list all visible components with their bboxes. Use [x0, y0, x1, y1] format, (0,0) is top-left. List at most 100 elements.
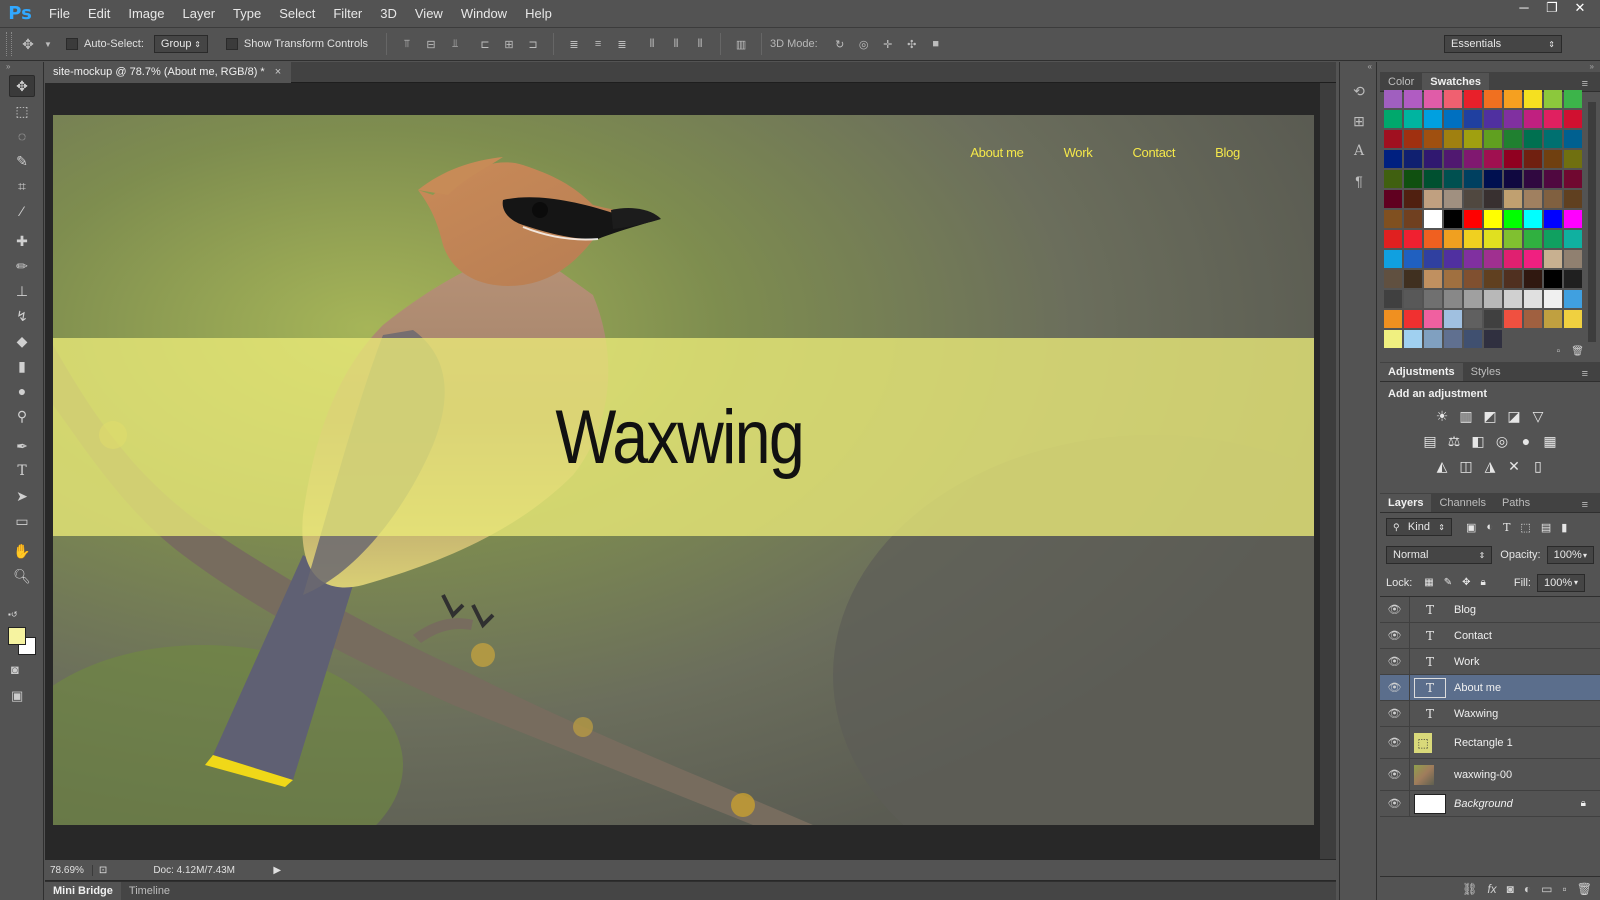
swatch[interactable] [1484, 170, 1502, 188]
adjustment-icon[interactable]: ▦ [1538, 433, 1562, 450]
swatch[interactable] [1484, 90, 1502, 108]
swatch[interactable] [1384, 110, 1402, 128]
swatch[interactable] [1424, 270, 1442, 288]
tool-preset-chevron-icon[interactable]: ▼ [44, 37, 52, 51]
history-brush-tool-icon[interactable]: ↯ [9, 305, 35, 327]
visibility-eye-icon[interactable]: 👁︎ [1380, 791, 1410, 816]
align-vcenter-icon[interactable]: ⊟ [423, 37, 439, 51]
crop-tool-icon[interactable]: ⌗ [9, 175, 35, 197]
auto-select-dropdown[interactable]: Group ⇕ [153, 35, 208, 53]
swatch[interactable] [1424, 150, 1442, 168]
delete-swatch-icon[interactable]: 🗑︎ [1571, 346, 1584, 357]
distribute-hcenter-icon[interactable]: ⦀ [668, 37, 684, 51]
adjustment-icon[interactable]: ◮ [1478, 458, 1502, 475]
filter-pixel-icon[interactable]: ▣ [1466, 521, 1476, 534]
fill-field[interactable]: 100% ▾ [1536, 573, 1585, 592]
filter-type-icon[interactable]: T [1503, 521, 1510, 534]
paragraph-panel-icon[interactable]: ¶ [1346, 170, 1372, 192]
swatch[interactable] [1524, 190, 1542, 208]
menu-item-3d[interactable]: 3D [371, 6, 406, 21]
swatch[interactable] [1564, 170, 1582, 188]
swatch[interactable] [1484, 250, 1502, 268]
swatch[interactable] [1444, 170, 1462, 188]
proof-icon[interactable]: ⊡ [93, 865, 113, 876]
swatch[interactable] [1484, 230, 1502, 248]
3d-scale-icon[interactable]: ■ [928, 37, 944, 51]
swatch[interactable] [1444, 190, 1462, 208]
swatch[interactable] [1464, 310, 1482, 328]
swatch[interactable] [1524, 130, 1542, 148]
adjustment-icon[interactable]: ☀ [1430, 408, 1454, 425]
filter-toggle-icon[interactable]: ▮ [1561, 521, 1567, 534]
auto-select-checkbox[interactable] [66, 38, 78, 50]
swatch[interactable] [1544, 310, 1562, 328]
menu-item-select[interactable]: Select [270, 6, 324, 21]
swatch[interactable] [1504, 90, 1522, 108]
nav-work[interactable]: Work [1064, 145, 1093, 160]
show-transform-checkbox[interactable] [225, 38, 238, 50]
lasso-tool-icon[interactable]: ◌ [9, 125, 35, 147]
swatch[interactable] [1564, 150, 1582, 168]
swatch[interactable] [1444, 270, 1462, 288]
rectangle-tool-icon[interactable]: ▭ [9, 510, 35, 532]
tab-channels[interactable]: Channels [1431, 494, 1493, 512]
swatch[interactable] [1544, 230, 1562, 248]
adjustment-icon[interactable]: ◭ [1430, 458, 1454, 475]
adjustment-icon[interactable]: ▤ [1418, 433, 1442, 450]
lock-image-icon[interactable]: ✎ [1444, 577, 1452, 588]
swatch[interactable] [1524, 150, 1542, 168]
foreground-color-swatch[interactable] [8, 627, 26, 645]
swatch[interactable] [1504, 290, 1522, 308]
swatch[interactable] [1504, 170, 1522, 188]
move-tool-icon[interactable]: ✥ [9, 75, 35, 97]
swatch[interactable] [1544, 190, 1562, 208]
auto-align-icon[interactable]: ▥ [733, 37, 749, 51]
visibility-eye-icon[interactable]: 👁︎ [1380, 759, 1410, 790]
swatch[interactable] [1564, 90, 1582, 108]
type-tool-icon[interactable]: T [9, 460, 35, 482]
nav-contact[interactable]: Contact [1132, 145, 1175, 160]
swatch[interactable] [1564, 210, 1582, 228]
swatch[interactable] [1464, 110, 1482, 128]
swatch[interactable] [1384, 310, 1402, 328]
swatch[interactable] [1484, 130, 1502, 148]
swatch[interactable] [1544, 150, 1562, 168]
swatch[interactable] [1564, 310, 1582, 328]
swatch[interactable] [1504, 310, 1522, 328]
swatch[interactable] [1544, 290, 1562, 308]
swatch[interactable] [1544, 210, 1562, 228]
menu-item-window[interactable]: Window [452, 6, 516, 21]
swatch[interactable] [1384, 250, 1402, 268]
swatch[interactable] [1564, 130, 1582, 148]
swatch[interactable] [1564, 250, 1582, 268]
eyedropper-tool-icon[interactable]: ⁄ [9, 200, 35, 222]
swatch[interactable] [1544, 270, 1562, 288]
menu-item-layer[interactable]: Layer [174, 6, 225, 21]
swatch[interactable] [1484, 150, 1502, 168]
workspace-dropdown[interactable]: Essentials ⇕ [1444, 35, 1562, 53]
layer-row[interactable]: 👁︎ T About me [1380, 675, 1600, 701]
tab-timeline[interactable]: Timeline [121, 882, 178, 900]
swatch[interactable] [1504, 190, 1522, 208]
screen-mode-icon[interactable]: ▣ [11, 688, 33, 704]
filter-smart-icon[interactable]: ▤ [1541, 521, 1551, 534]
path-selection-tool-icon[interactable]: ➤ [9, 485, 35, 507]
layer-row[interactable]: 👁︎ waxwing-00 [1380, 759, 1600, 791]
blur-tool-icon[interactable]: ● [9, 380, 35, 402]
quick-select-tool-icon[interactable]: ✎ [9, 150, 35, 172]
tab-layers[interactable]: Layers [1380, 494, 1432, 512]
layer-row[interactable]: 👁︎ T Work [1380, 649, 1600, 675]
new-adjustment-icon[interactable]: ◐ [1524, 882, 1531, 896]
vertical-scrollbar[interactable] [1320, 83, 1336, 859]
swatch[interactable] [1504, 230, 1522, 248]
swatch[interactable] [1404, 270, 1422, 288]
3d-slide-icon[interactable]: ✣ [904, 37, 920, 51]
adjustment-icon[interactable]: ✕ [1502, 458, 1526, 475]
swatch[interactable] [1464, 210, 1482, 228]
nav-about-me[interactable]: About me [970, 145, 1024, 160]
swatch[interactable] [1444, 150, 1462, 168]
3d-pan-icon[interactable]: ✛ [880, 37, 896, 51]
swatch[interactable] [1444, 250, 1462, 268]
panels-collapse-icon[interactable]: » [1380, 62, 1600, 72]
swatch[interactable] [1564, 270, 1582, 288]
